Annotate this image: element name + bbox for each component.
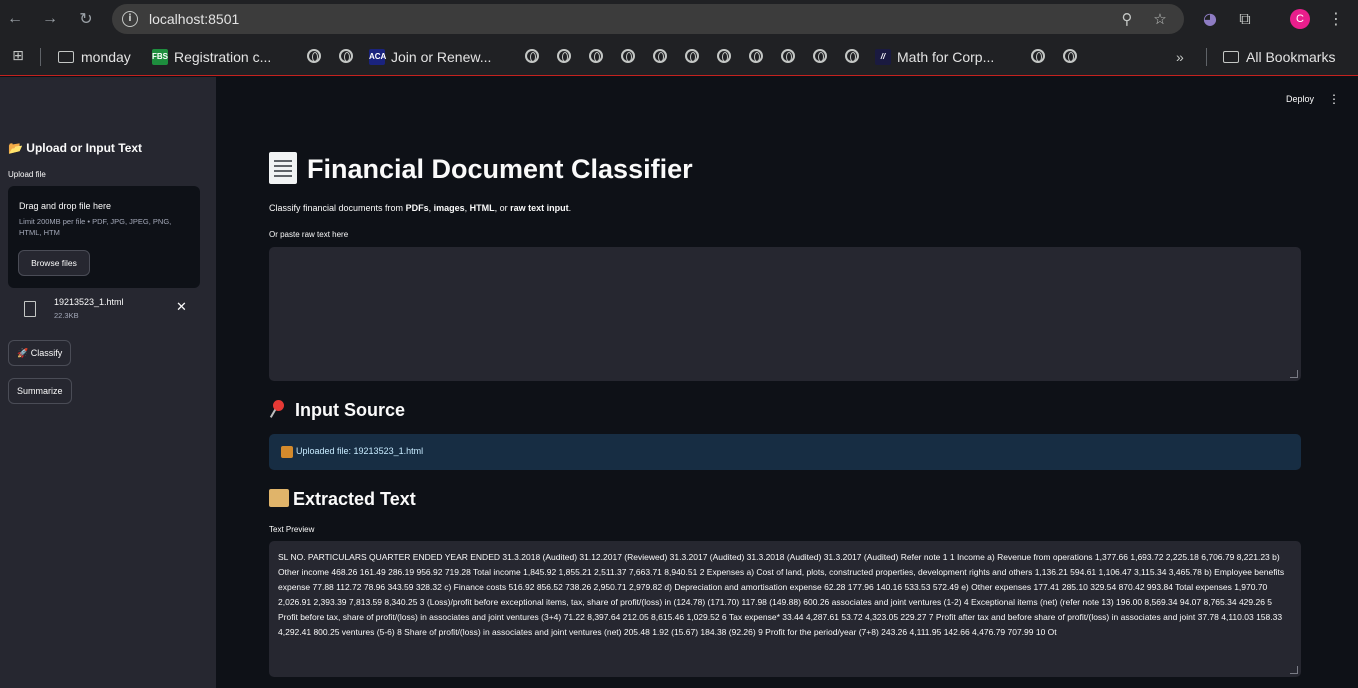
site-info-icon[interactable]: i (122, 11, 138, 27)
page-subtitle: Classify financial documents from PDFs , … (269, 203, 571, 213)
subtitle-text: , or (494, 203, 511, 213)
input-source-heading-text: Input Source (295, 400, 406, 420)
folder-icon (1223, 51, 1239, 63)
globe-icon[interactable] (525, 49, 539, 63)
bookmark-label: Math for Corp... (897, 49, 995, 65)
bookmarks-bar: ⊞ monday FBS Registration c... ACA Join … (0, 38, 1358, 76)
upload-label: Upload file (8, 170, 46, 179)
address-bar[interactable]: i localhost:8501 ⚲ ☆ (112, 4, 1184, 34)
globe-icon[interactable] (813, 49, 827, 63)
page-title-text: Financial Document Classifier (307, 154, 693, 184)
text-preview-area[interactable]: SL NO. PARTICULARS QUARTER ENDED YEAR EN… (269, 541, 1301, 677)
browser-toolbar: ← → ↻ i localhost:8501 ⚲ ☆ ◕ ⧉ C ⋮ (0, 0, 1358, 38)
join-favicon: ACA (369, 49, 386, 65)
globe-icon[interactable] (685, 49, 699, 63)
extracted-heading-text: Extracted Text (293, 489, 416, 509)
dropzone-title: Drag and drop file here (19, 201, 112, 211)
outbox-icon (281, 446, 293, 458)
deploy-button[interactable]: Deploy (1286, 94, 1314, 104)
all-bookmarks[interactable]: All Bookmarks (1223, 47, 1335, 67)
input-source-info: Uploaded file: 19213523_1.html (269, 434, 1301, 470)
resize-handle[interactable] (1290, 666, 1298, 674)
globe-icon[interactable] (749, 49, 763, 63)
globe-icon[interactable] (1063, 49, 1077, 63)
input-source-heading: Input Source (269, 400, 405, 421)
url-text[interactable]: localhost:8501 (149, 11, 239, 27)
globe-icon[interactable] (781, 49, 795, 63)
summarize-button[interactable]: Summarize (8, 378, 72, 404)
star-icon[interactable]: ☆ (1150, 9, 1170, 29)
apps-grid-icon[interactable]: ⊞ (7, 45, 29, 67)
globe-icon[interactable] (307, 49, 321, 63)
pushpin-icon (269, 400, 287, 418)
divider (40, 48, 41, 66)
avatar[interactable]: C (1290, 9, 1310, 29)
ghost-extension-icon[interactable]: ◕ (1199, 8, 1221, 30)
sidebar: 📂 Upload or Input Text Upload file Drag … (0, 77, 216, 688)
close-icon[interactable]: ✕ (176, 301, 187, 315)
divider (1206, 48, 1207, 66)
globe-icon[interactable] (589, 49, 603, 63)
text-preview-label: Text Preview (269, 525, 315, 534)
document-icon (269, 151, 297, 184)
page-title: Financial Document Classifier (269, 151, 693, 187)
reload-icon[interactable]: ↻ (74, 7, 98, 31)
globe-icon[interactable] (1031, 49, 1045, 63)
paste-text-label: Or paste raw text here (269, 230, 349, 239)
uploaded-file-size: 22.3KB (54, 311, 79, 320)
raw-text-input[interactable] (269, 247, 1301, 381)
puzzle-icon[interactable]: ⧉ (1234, 8, 1256, 30)
bookmark-monday[interactable]: monday (58, 47, 131, 67)
forward-arrow-icon[interactable]: → (38, 7, 62, 31)
back-arrow-icon[interactable]: ← (3, 7, 27, 31)
bookmark-registration[interactable]: FBS Registration c... (152, 47, 271, 67)
bookmark-math[interactable]: // Math for Corp... (875, 47, 994, 67)
resize-handle[interactable] (1290, 370, 1298, 378)
subtitle-images: images (433, 203, 465, 213)
bookmark-label: Registration c... (174, 49, 272, 65)
globe-icon[interactable] (339, 49, 353, 63)
file-icon (24, 301, 36, 317)
classify-button[interactable]: 🚀 Classify (8, 340, 72, 366)
bookmark-label: monday (81, 49, 131, 65)
globe-icon[interactable] (717, 49, 731, 63)
dropzone-limit: Limit 200MB per file • PDF, JPG, JPEG, P… (19, 217, 172, 237)
scroll-icon (269, 489, 289, 508)
input-source-text: Uploaded file: 19213523_1.html (296, 446, 424, 456)
registration-favicon: FBS (152, 49, 168, 65)
globe-icon[interactable] (621, 49, 635, 63)
browse-files-button[interactable]: Browse files (18, 250, 90, 276)
sidebar-title: 📂 Upload or Input Text (8, 141, 143, 155)
app-menu-icon[interactable]: ⋮ (1328, 92, 1340, 106)
subtitle-html: HTML (469, 203, 495, 213)
subtitle-pdfs: PDFs (405, 203, 429, 213)
subtitle-text: . (568, 203, 572, 213)
kebab-menu-icon[interactable]: ⋮ (1325, 8, 1347, 30)
file-dropzone[interactable]: Drag and drop file here Limit 200MB per … (8, 186, 200, 288)
bookmark-label: All Bookmarks (1246, 49, 1336, 65)
bookmark-label: Join or Renew... (391, 49, 492, 65)
subtitle-text: Classify financial documents from (269, 203, 406, 213)
globe-icon[interactable] (557, 49, 571, 63)
uploaded-file-name: 19213523_1.html (54, 297, 124, 307)
bookmark-join[interactable]: ACA Join or Renew... (369, 47, 491, 67)
globe-icon[interactable] (845, 49, 859, 63)
globe-icon[interactable] (653, 49, 667, 63)
folder-icon (58, 51, 74, 63)
bookmarks-overflow[interactable]: » (1176, 47, 1184, 67)
zoom-icon[interactable]: ⚲ (1117, 9, 1137, 29)
extracted-text-heading: Extracted Text (269, 489, 416, 510)
math-favicon: // (875, 49, 891, 65)
subtitle-raw: raw text input (510, 203, 569, 213)
